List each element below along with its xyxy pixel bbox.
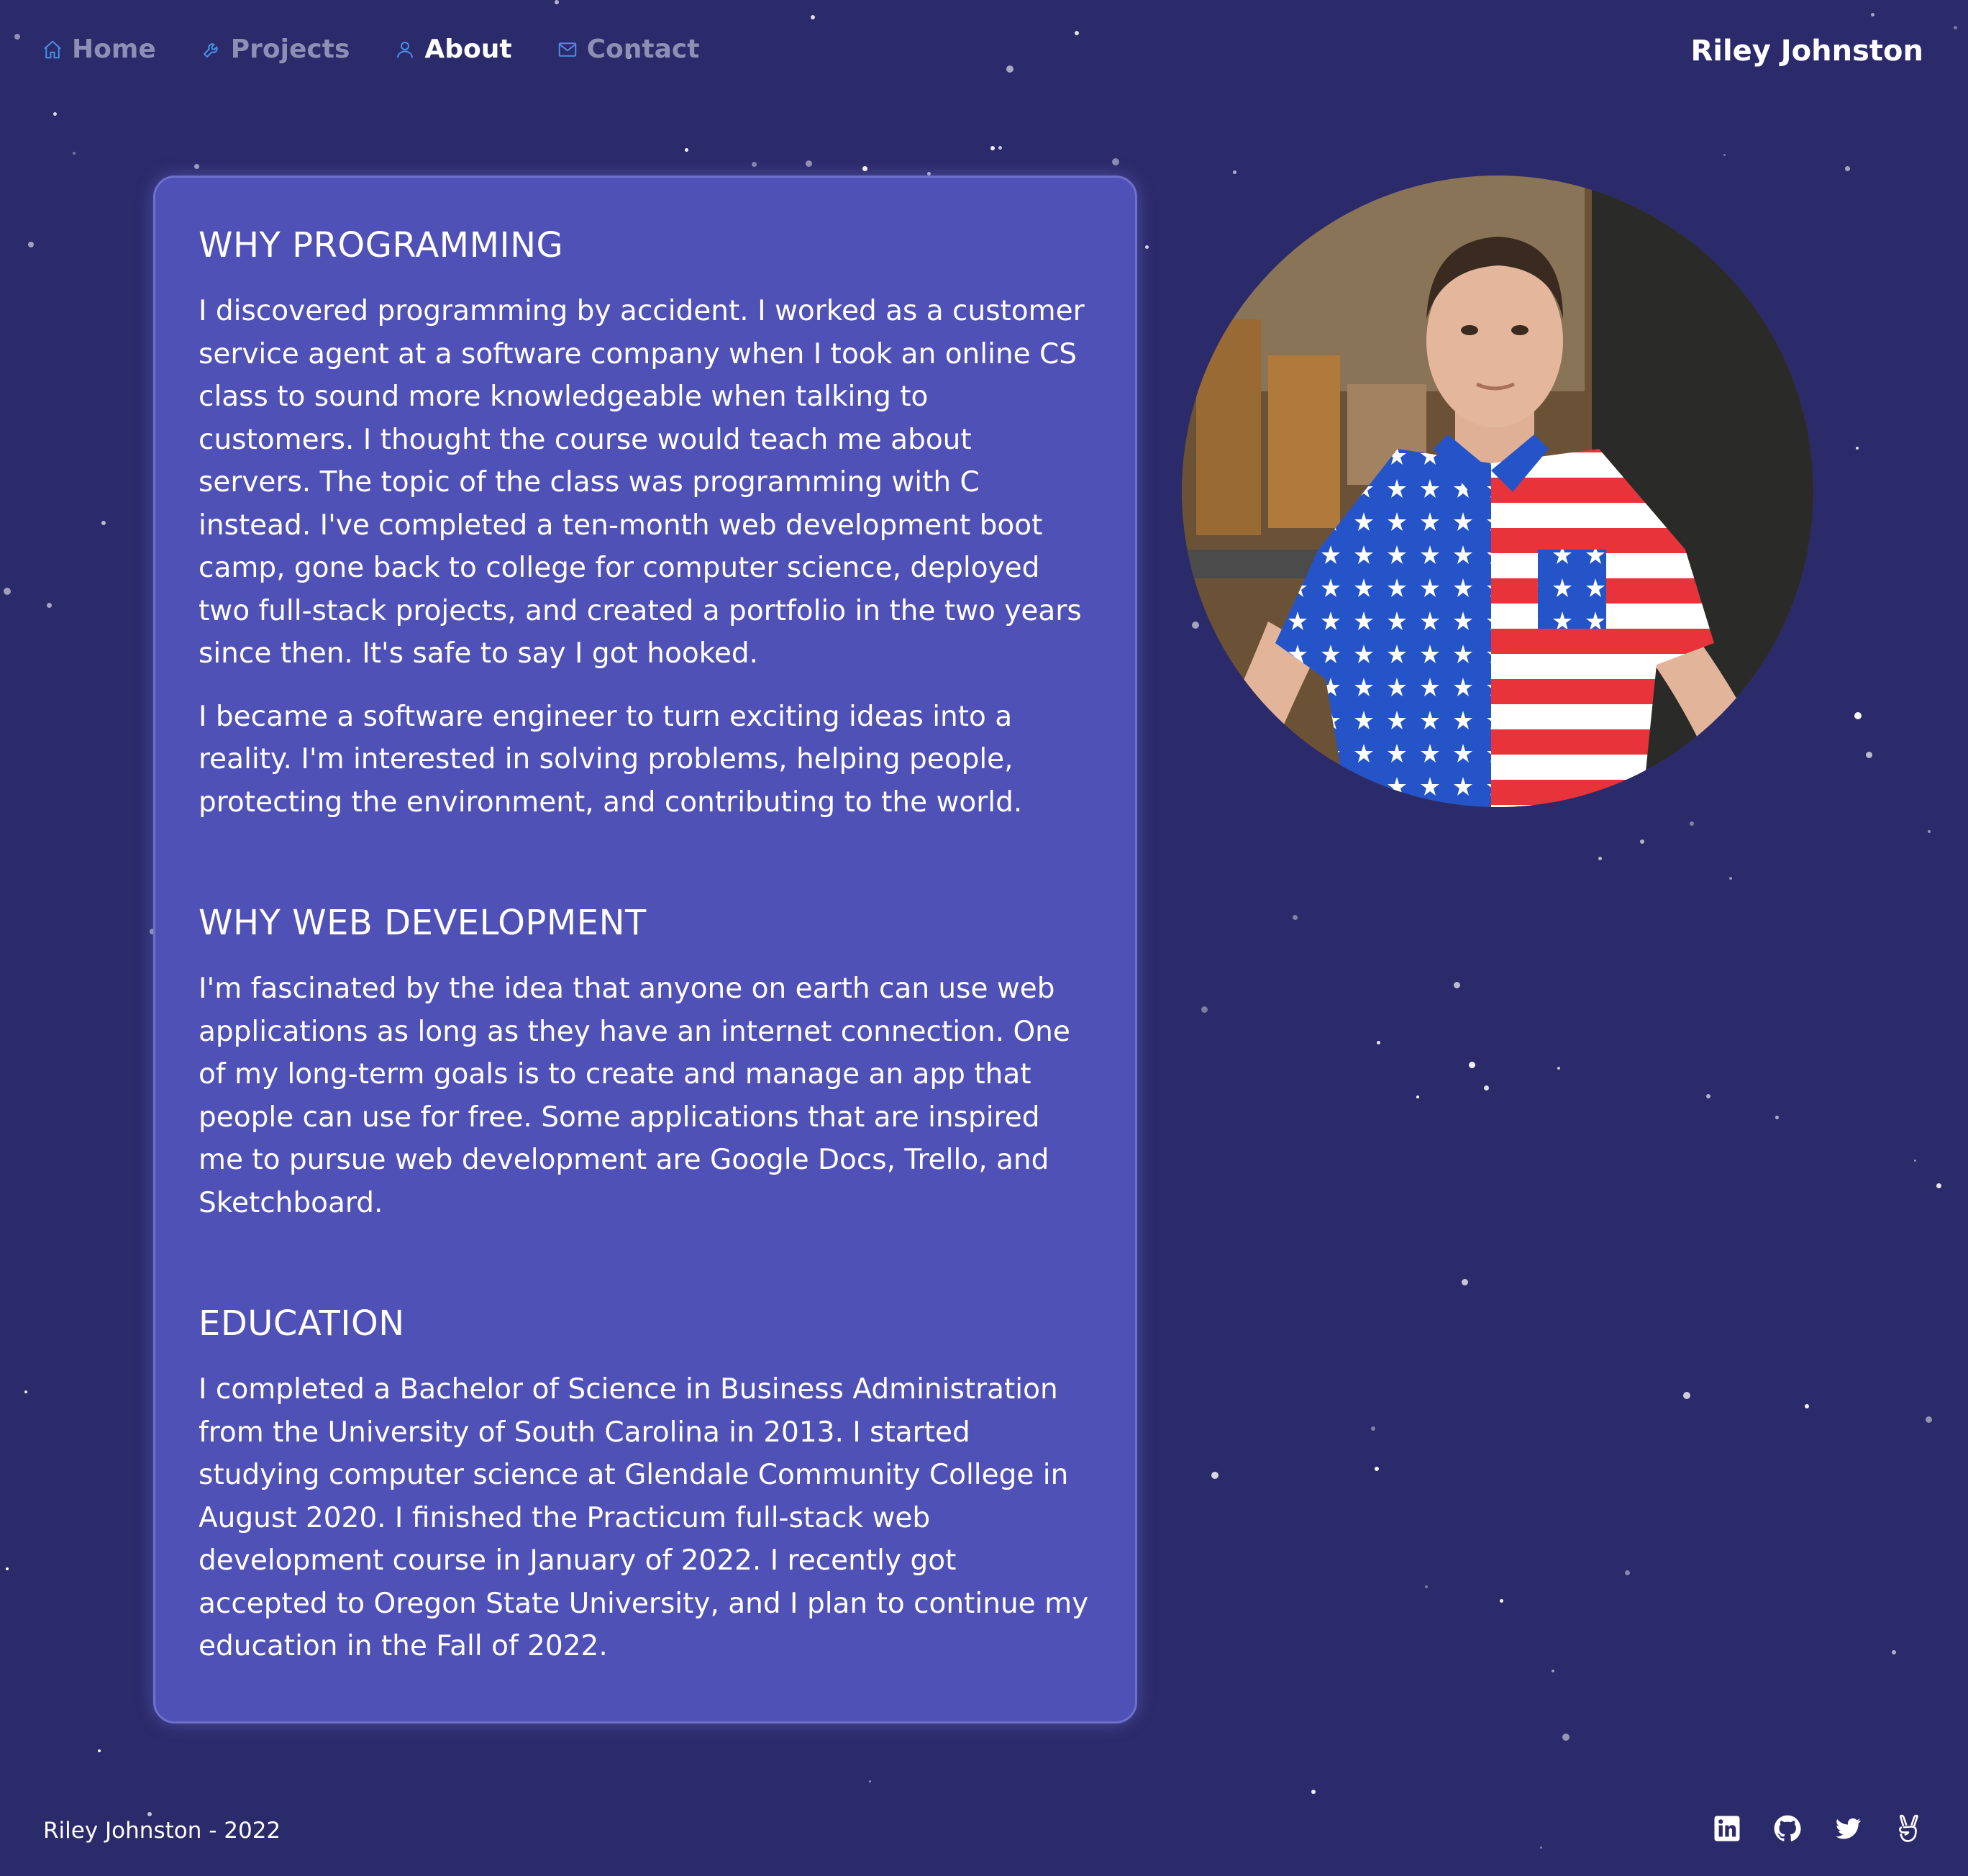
star-dot (862, 166, 867, 171)
github-link[interactable] (1772, 1813, 1803, 1844)
star-dot (53, 112, 57, 116)
angellist-icon (1899, 1814, 1918, 1842)
star-dot (6, 1567, 9, 1570)
nav-home-link[interactable]: Home (42, 35, 156, 64)
wrench-icon (201, 39, 222, 60)
star-dot (101, 521, 106, 525)
star-dot (1145, 245, 1149, 249)
star-dot (73, 152, 76, 155)
education-section: EDUCATION I completed a Bachelor of Scie… (199, 1303, 1092, 1668)
star-dot (1454, 982, 1460, 988)
nav-about-link[interactable]: About (394, 35, 512, 64)
about-card: WHY PROGRAMMING I discovered programming… (153, 176, 1137, 1724)
star-dot (1311, 1790, 1316, 1794)
star-dot (1562, 1734, 1570, 1741)
star-dot (1926, 1416, 1932, 1423)
star-dot (24, 1390, 27, 1393)
angellist-link[interactable] (1893, 1813, 1923, 1844)
section-paragraph: I completed a Bachelor of Science in Bus… (199, 1373, 1089, 1662)
section-paragraph: I discovered programming by accident. I … (199, 295, 1085, 670)
nav-contact-label: Contact (586, 35, 700, 64)
star-dot (1729, 877, 1732, 880)
nav-about-label: About (424, 35, 512, 64)
star-dot (47, 603, 52, 608)
nav-home-label: Home (72, 35, 156, 64)
star-dot (1845, 166, 1850, 171)
star-dot (1723, 154, 1726, 156)
star-dot (1192, 621, 1199, 629)
profile-photo-illustration (1182, 176, 1813, 807)
star-dot (1112, 158, 1119, 165)
social-links (1712, 1813, 1923, 1844)
star-dot (1640, 839, 1644, 844)
star-dot (1866, 752, 1872, 758)
why-web-development-section: WHY WEB DEVELOPMENT I'm fascinated by th… (199, 903, 1092, 1224)
star-dot (1892, 1650, 1896, 1654)
star-dot (4, 588, 11, 595)
star-dot (147, 1812, 152, 1816)
section-title: WHY PROGRAMMING (199, 225, 564, 265)
star-dot (1293, 915, 1298, 920)
star-dot (1936, 1183, 1941, 1188)
twitter-link[interactable] (1833, 1813, 1863, 1844)
star-dot (752, 162, 757, 167)
section-title: WHY WEB DEVELOPMENT (199, 903, 647, 943)
star-dot (1484, 1085, 1489, 1090)
star-dot (1706, 1094, 1710, 1098)
section-paragraph: I'm fascinated by the idea that anyone o… (199, 973, 1070, 1219)
brand-name[interactable]: Riley Johnston (1690, 35, 1923, 68)
profile-photo (1182, 176, 1813, 807)
star-dot (1540, 1847, 1542, 1849)
twitter-icon (1836, 1818, 1862, 1839)
star-dot (806, 160, 812, 167)
star-dot (1233, 170, 1236, 174)
star-dot (1201, 1006, 1208, 1013)
star-dot (1416, 1096, 1419, 1098)
star-dot (1625, 1570, 1630, 1575)
nav-projects-link[interactable]: Projects (201, 35, 350, 64)
star-dot (1557, 1067, 1560, 1070)
section-title: EDUCATION (199, 1303, 405, 1344)
star-dot (990, 146, 995, 150)
star-dot (1914, 1160, 1916, 1162)
star-dot (1500, 1599, 1503, 1603)
linkedin-link[interactable] (1712, 1813, 1742, 1844)
nav-projects-label: Projects (230, 35, 350, 64)
star-dot (1805, 1404, 1809, 1408)
star-dot (998, 146, 1002, 150)
top-navigation: Home Projects About Contact Riley Johnst… (0, 0, 1968, 108)
star-dot (685, 148, 688, 152)
star-dot (28, 242, 34, 247)
star-dot (1690, 821, 1694, 826)
star-dot (1377, 1041, 1380, 1044)
section-paragraph: I became a software engineer to turn exc… (199, 700, 1023, 819)
nav-links: Home Projects About Contact (42, 35, 699, 64)
star-dot (1552, 1670, 1554, 1672)
star-dot (1462, 1279, 1468, 1285)
nav-contact-link[interactable]: Contact (557, 35, 700, 64)
star-dot (194, 164, 199, 169)
star-dot (1375, 1467, 1379, 1471)
why-programming-section: WHY PROGRAMMING I discovered programming… (199, 225, 1092, 824)
linkedin-icon (1714, 1816, 1740, 1841)
star-dot (1598, 857, 1602, 860)
user-icon (394, 39, 416, 60)
star-dot (1854, 712, 1862, 719)
star-dot (1856, 447, 1859, 450)
star-dot (98, 1749, 101, 1752)
star-dot (1425, 1585, 1428, 1588)
home-icon (42, 39, 63, 60)
github-icon (1774, 1815, 1801, 1841)
star-dot (1683, 1392, 1690, 1399)
star-dot (1928, 830, 1931, 833)
star-dot (1211, 1472, 1218, 1479)
star-dot (869, 1780, 871, 1782)
star-dot (1371, 1426, 1375, 1431)
star-dot (1469, 1062, 1475, 1068)
star-dot (1775, 1116, 1779, 1119)
footer-copyright: Riley Johnston - 2022 (43, 1818, 281, 1844)
mail-icon (557, 39, 578, 60)
